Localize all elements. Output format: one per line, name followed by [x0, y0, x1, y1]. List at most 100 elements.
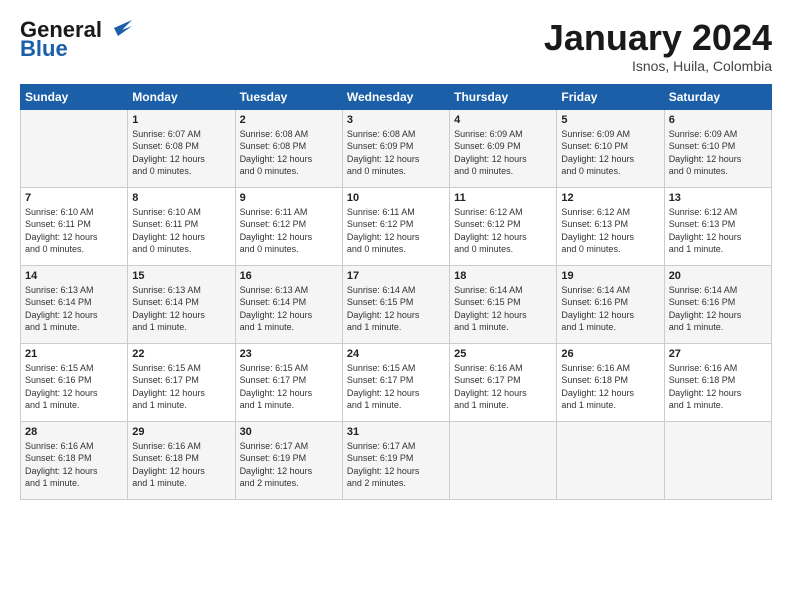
calendar-cell: 28Sunrise: 6:16 AM Sunset: 6:18 PM Dayli…: [21, 421, 128, 499]
day-number: 24: [347, 348, 445, 360]
day-info: Sunrise: 6:15 AM Sunset: 6:17 PM Dayligh…: [132, 362, 230, 412]
day-info: Sunrise: 6:11 AM Sunset: 6:12 PM Dayligh…: [347, 206, 445, 256]
calendar-cell: 19 Sunrise: 6:14 AM Sunset: 6:16 PM Dayli…: [557, 265, 664, 343]
day-info: Sunrise: 6:09 AM Sunset: 6:10 PM Dayligh…: [561, 128, 659, 178]
day-number: 19: [561, 270, 659, 282]
day-info: Sunrise: 6:10 AM Sunset: 6:11 PM Dayligh…: [132, 206, 230, 256]
day-info: Sunrise: 6:12 AM Sunset: 6:13 PM Dayligh…: [669, 206, 767, 256]
weekday-sunday: Sunday: [21, 84, 128, 109]
day-info: Sunrise: 6:13 AM Sunset: 6:14 PM Dayligh…: [25, 284, 123, 334]
day-number: 6: [669, 114, 767, 126]
weekday-wednesday: Wednesday: [342, 84, 449, 109]
day-number: 31: [347, 426, 445, 438]
calendar-cell: 27 Sunrise: 6:16 AM Sunset: 6:18 PM Dayli…: [664, 343, 771, 421]
calendar-cell: [557, 421, 664, 499]
logo-blue-text: Blue: [20, 38, 68, 60]
header: General Blue January 2024 Isnos, Huila, …: [20, 18, 772, 74]
calendar-cell: 10Sunrise: 6:11 AM Sunset: 6:12 PM Dayli…: [342, 187, 449, 265]
day-info: Sunrise: 6:08 AM Sunset: 6:08 PM Dayligh…: [240, 128, 338, 178]
calendar-cell: 7 Sunrise: 6:10 AM Sunset: 6:11 PM Daylig…: [21, 187, 128, 265]
calendar-cell: [450, 421, 557, 499]
calendar-cell: 16Sunrise: 6:13 AM Sunset: 6:14 PM Dayli…: [235, 265, 342, 343]
page: General Blue January 2024 Isnos, Huila, …: [0, 0, 792, 512]
day-number: 26: [561, 348, 659, 360]
day-number: 29: [132, 426, 230, 438]
calendar-cell: 5 Sunrise: 6:09 AM Sunset: 6:10 PM Daylig…: [557, 109, 664, 187]
calendar-cell: 3 Sunrise: 6:08 AM Sunset: 6:09 PM Daylig…: [342, 109, 449, 187]
weekday-monday: Monday: [128, 84, 235, 109]
day-info: Sunrise: 6:10 AM Sunset: 6:11 PM Dayligh…: [25, 206, 123, 256]
calendar-cell: 11Sunrise: 6:12 AM Sunset: 6:12 PM Dayli…: [450, 187, 557, 265]
day-number: 3: [347, 114, 445, 126]
day-number: 11: [454, 192, 552, 204]
day-info: Sunrise: 6:16 AM Sunset: 6:17 PM Dayligh…: [454, 362, 552, 412]
calendar-cell: 1 Sunrise: 6:07 AM Sunset: 6:08 PM Daylig…: [128, 109, 235, 187]
day-info: Sunrise: 6:13 AM Sunset: 6:14 PM Dayligh…: [240, 284, 338, 334]
calendar-cell: 26 Sunrise: 6:16 AM Sunset: 6:18 PM Dayli…: [557, 343, 664, 421]
day-info: Sunrise: 6:17 AM Sunset: 6:19 PM Dayligh…: [240, 440, 338, 490]
day-number: 27: [669, 348, 767, 360]
day-number: 12: [561, 192, 659, 204]
day-number: 7: [25, 192, 123, 204]
calendar-cell: 9Sunrise: 6:11 AM Sunset: 6:12 PM Daylig…: [235, 187, 342, 265]
week-row-4: 21 Sunrise: 6:15 AM Sunset: 6:16 PM Dayli…: [21, 343, 772, 421]
day-info: Sunrise: 6:09 AM Sunset: 6:09 PM Dayligh…: [454, 128, 552, 178]
calendar-cell: 15 Sunrise: 6:13 AM Sunset: 6:14 PM Dayli…: [128, 265, 235, 343]
week-row-5: 28Sunrise: 6:16 AM Sunset: 6:18 PM Dayli…: [21, 421, 772, 499]
day-number: 17: [347, 270, 445, 282]
day-info: Sunrise: 6:16 AM Sunset: 6:18 PM Dayligh…: [669, 362, 767, 412]
calendar-cell: [664, 421, 771, 499]
title-block: January 2024 Isnos, Huila, Colombia: [544, 18, 772, 74]
calendar-cell: 29 Sunrise: 6:16 AM Sunset: 6:18 PM Dayli…: [128, 421, 235, 499]
day-info: Sunrise: 6:15 AM Sunset: 6:17 PM Dayligh…: [347, 362, 445, 412]
day-number: 30: [240, 426, 338, 438]
day-number: 15: [132, 270, 230, 282]
logo: General Blue: [20, 18, 132, 60]
day-info: Sunrise: 6:07 AM Sunset: 6:08 PM Dayligh…: [132, 128, 230, 178]
day-info: Sunrise: 6:14 AM Sunset: 6:16 PM Dayligh…: [561, 284, 659, 334]
day-number: 5: [561, 114, 659, 126]
calendar-cell: 18 Sunrise: 6:14 AM Sunset: 6:15 PM Dayli…: [450, 265, 557, 343]
day-info: Sunrise: 6:08 AM Sunset: 6:09 PM Dayligh…: [347, 128, 445, 178]
day-info: Sunrise: 6:16 AM Sunset: 6:18 PM Dayligh…: [561, 362, 659, 412]
calendar-cell: 4 Sunrise: 6:09 AM Sunset: 6:09 PM Daylig…: [450, 109, 557, 187]
weekday-header-row: SundayMondayTuesdayWednesdayThursdayFrid…: [21, 84, 772, 109]
day-info: Sunrise: 6:17 AM Sunset: 6:19 PM Dayligh…: [347, 440, 445, 490]
day-number: 25: [454, 348, 552, 360]
day-info: Sunrise: 6:11 AM Sunset: 6:12 PM Dayligh…: [240, 206, 338, 256]
day-number: 14: [25, 270, 123, 282]
logo-bird-icon: [104, 16, 132, 40]
calendar-cell: 13Sunrise: 6:12 AM Sunset: 6:13 PM Dayli…: [664, 187, 771, 265]
day-info: Sunrise: 6:13 AM Sunset: 6:14 PM Dayligh…: [132, 284, 230, 334]
calendar-cell: 24 Sunrise: 6:15 AM Sunset: 6:17 PM Dayli…: [342, 343, 449, 421]
day-number: 1: [132, 114, 230, 126]
calendar-cell: [21, 109, 128, 187]
day-number: 8: [132, 192, 230, 204]
day-info: Sunrise: 6:15 AM Sunset: 6:16 PM Dayligh…: [25, 362, 123, 412]
calendar-cell: 30 Sunrise: 6:17 AM Sunset: 6:19 PM Dayli…: [235, 421, 342, 499]
day-number: 4: [454, 114, 552, 126]
day-info: Sunrise: 6:14 AM Sunset: 6:15 PM Dayligh…: [454, 284, 552, 334]
calendar-cell: 25 Sunrise: 6:16 AM Sunset: 6:17 PM Dayli…: [450, 343, 557, 421]
day-number: 22: [132, 348, 230, 360]
calendar-cell: 12 Sunrise: 6:12 AM Sunset: 6:13 PM Dayli…: [557, 187, 664, 265]
day-number: 23: [240, 348, 338, 360]
week-row-2: 7 Sunrise: 6:10 AM Sunset: 6:11 PM Daylig…: [21, 187, 772, 265]
day-info: Sunrise: 6:16 AM Sunset: 6:18 PM Dayligh…: [132, 440, 230, 490]
day-info: Sunrise: 6:16 AM Sunset: 6:18 PM Dayligh…: [25, 440, 123, 490]
day-info: Sunrise: 6:09 AM Sunset: 6:10 PM Dayligh…: [669, 128, 767, 178]
day-number: 20: [669, 270, 767, 282]
calendar-cell: 14 Sunrise: 6:13 AM Sunset: 6:14 PM Dayli…: [21, 265, 128, 343]
day-info: Sunrise: 6:14 AM Sunset: 6:16 PM Dayligh…: [669, 284, 767, 334]
day-info: Sunrise: 6:12 AM Sunset: 6:13 PM Dayligh…: [561, 206, 659, 256]
month-title: January 2024: [544, 18, 772, 58]
weekday-thursday: Thursday: [450, 84, 557, 109]
weekday-friday: Friday: [557, 84, 664, 109]
calendar-cell: 6 Sunrise: 6:09 AM Sunset: 6:10 PM Daylig…: [664, 109, 771, 187]
day-number: 21: [25, 348, 123, 360]
calendar-cell: 22 Sunrise: 6:15 AM Sunset: 6:17 PM Dayli…: [128, 343, 235, 421]
day-number: 18: [454, 270, 552, 282]
calendar-cell: 21 Sunrise: 6:15 AM Sunset: 6:16 PM Dayli…: [21, 343, 128, 421]
location: Isnos, Huila, Colombia: [544, 58, 772, 74]
calendar-cell: 31 Sunrise: 6:17 AM Sunset: 6:19 PM Dayli…: [342, 421, 449, 499]
